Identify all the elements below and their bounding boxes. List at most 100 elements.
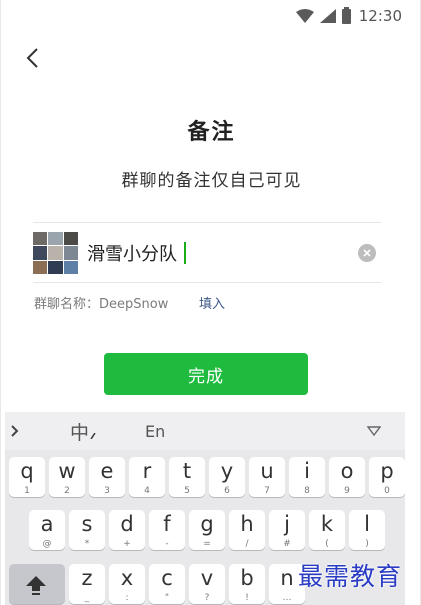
key-symbol: 1 xyxy=(24,486,30,496)
divider-top xyxy=(33,222,381,223)
key-t[interactable]: t5 xyxy=(169,457,205,497)
key-letter: u xyxy=(260,459,274,483)
key-symbol: 9 xyxy=(344,486,350,496)
key-letter: k xyxy=(320,512,334,536)
key-symbol: 3 xyxy=(104,486,110,496)
back-arrow-icon xyxy=(26,48,38,68)
key-u[interactable]: u7 xyxy=(249,457,285,497)
key-h[interactable]: h / xyxy=(229,510,265,550)
key-symbol: 8 xyxy=(304,486,310,496)
key-e[interactable]: e3 xyxy=(89,457,125,497)
key-a[interactable]: a @ xyxy=(29,510,65,550)
key-letter: y xyxy=(220,459,234,483)
key-c[interactable]: c " xyxy=(149,564,185,604)
key-letter: q xyxy=(20,459,34,483)
chevron-right-icon xyxy=(11,425,19,437)
key-symbol: + xyxy=(123,539,131,549)
key-symbol: 5 xyxy=(184,486,190,496)
key-z[interactable]: z _ xyxy=(69,564,105,604)
key-letter: e xyxy=(100,459,114,483)
key-symbol: * xyxy=(84,539,90,549)
key-symbol: - xyxy=(165,539,169,549)
key-symbol: 0 xyxy=(384,486,390,496)
key-letter: r xyxy=(142,459,152,483)
key-letter: b xyxy=(240,566,254,590)
key-k[interactable]: k( xyxy=(309,510,345,550)
key-letter: z xyxy=(81,566,93,590)
keyboard-hide-button[interactable] xyxy=(367,412,385,450)
key-x[interactable]: x: xyxy=(109,564,145,604)
text-cursor xyxy=(184,242,186,264)
key-symbol: … xyxy=(282,593,292,603)
key-w[interactable]: w2 xyxy=(49,457,85,497)
key-p[interactable]: p0 xyxy=(369,457,405,497)
key-letter: w xyxy=(58,459,76,483)
key-symbol: 7 xyxy=(264,486,270,496)
back-button[interactable] xyxy=(19,44,45,72)
shift-icon xyxy=(26,576,46,595)
key-symbol: / xyxy=(245,539,249,549)
key-symbol: ? xyxy=(204,593,210,603)
lang-chinese-toggle[interactable]: 中 xyxy=(70,412,96,450)
key-letter: x xyxy=(120,566,134,590)
done-button[interactable]: 完成 xyxy=(104,353,308,395)
key-o[interactable]: o9 xyxy=(329,457,365,497)
key-j[interactable]: j # xyxy=(269,510,305,550)
group-name-hint: 群聊名称：DeepSnow xyxy=(34,297,169,312)
key-f[interactable]: f- xyxy=(149,510,185,550)
lang-indicator-icon xyxy=(90,433,96,439)
page-subtitle: 群聊的备注仅自己可见 xyxy=(121,171,302,191)
keyboard-toolbar: 中 En xyxy=(5,412,405,450)
keyboard-expand-button[interactable] xyxy=(11,412,27,450)
key-l[interactable]: l) xyxy=(349,510,385,550)
key-letter: j xyxy=(284,512,290,536)
key-r[interactable]: r4 xyxy=(129,457,165,497)
key-letter: i xyxy=(304,459,310,483)
key-symbol: : xyxy=(125,593,129,603)
key-b[interactable]: b! xyxy=(229,564,265,604)
lang-english-toggle[interactable]: En xyxy=(145,412,165,450)
remark-input-value: 滑雪小分队 xyxy=(87,244,177,265)
key-letter: h xyxy=(240,512,254,536)
key-i[interactable]: i8 xyxy=(289,457,325,497)
key-letter: s xyxy=(81,512,93,536)
key-letter: g xyxy=(200,512,214,536)
key-letter: v xyxy=(200,566,214,590)
status-time: 12:30 xyxy=(358,7,402,25)
key-v[interactable]: v? xyxy=(189,564,225,604)
signal-icon xyxy=(319,9,336,23)
key-symbol: " xyxy=(164,593,170,603)
key-symbol: 2 xyxy=(64,486,70,496)
key-symbol: _ xyxy=(84,593,90,603)
key-symbol: = xyxy=(203,539,211,549)
keyboard-hide-icon xyxy=(367,426,381,436)
key-q[interactable]: q1 xyxy=(9,457,45,497)
remark-input[interactable]: 滑雪小分队 xyxy=(87,238,186,268)
key-symbol: ( xyxy=(325,539,329,549)
divider-bottom xyxy=(33,282,381,283)
key-letter: p xyxy=(380,459,394,483)
key-symbol: 6 xyxy=(224,486,230,496)
shift-key[interactable] xyxy=(9,564,65,604)
status-bar: 12:30 xyxy=(295,4,402,28)
key-letter: t xyxy=(182,459,192,483)
key-letter: l xyxy=(364,512,370,536)
page-title: 备注 xyxy=(187,120,236,145)
key-letter: a xyxy=(40,512,54,536)
key-d[interactable]: d + xyxy=(109,510,145,550)
key-y[interactable]: y6 xyxy=(209,457,245,497)
key-symbol: ! xyxy=(245,593,249,603)
group-avatar xyxy=(33,232,78,274)
wifi-icon xyxy=(295,9,314,23)
battery-icon xyxy=(341,6,351,24)
clear-icon xyxy=(363,249,371,257)
clear-button[interactable] xyxy=(358,244,376,262)
watermark: 最需教育 xyxy=(298,562,403,591)
key-g[interactable]: g = xyxy=(189,510,225,550)
key-letter: d xyxy=(120,512,134,536)
key-letter: f xyxy=(163,512,171,536)
key-letter: o xyxy=(340,459,354,483)
fill-in-link[interactable]: 填入 xyxy=(199,293,225,312)
key-symbol: 4 xyxy=(144,486,150,496)
key-s[interactable]: s * xyxy=(69,510,105,550)
